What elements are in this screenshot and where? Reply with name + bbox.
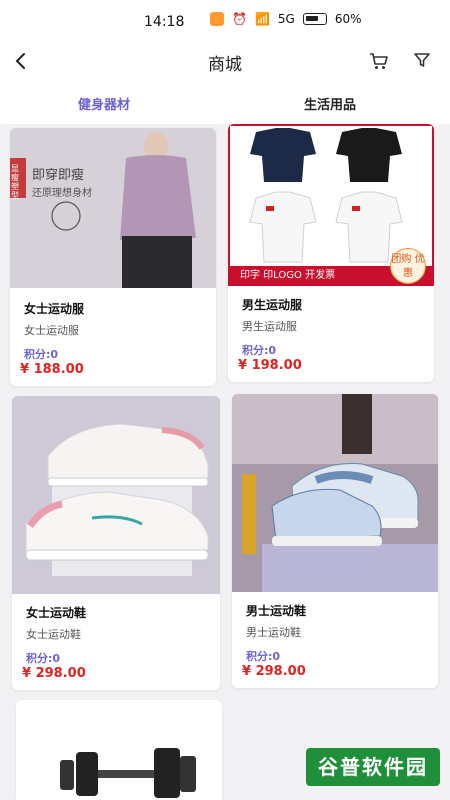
product-points: 积分:0	[246, 650, 281, 663]
product-image	[16, 700, 222, 800]
product-subtitle: 女士运动鞋	[26, 628, 81, 641]
product-image: 即穿即瘦 还原理想身材 显瘦塑型	[10, 128, 216, 288]
product-points: 积分:0	[26, 652, 61, 665]
group-buy-badge: 团购 优惠	[390, 248, 426, 284]
watermark-text: 谷普软件园	[318, 755, 428, 779]
image-caption: 还原理想身材	[32, 188, 92, 199]
dumbbell-photo	[60, 748, 196, 798]
product-card[interactable]: 印字 印LOGO 开发票 团购 优惠 男生运动服 男生运动服 积分:0 ¥ 19…	[228, 124, 434, 382]
product-title: 女士运动服	[24, 302, 85, 316]
nav-bar: 商城	[0, 44, 450, 80]
network-label: 5G	[277, 12, 295, 26]
wifi-icon: 📶	[254, 12, 270, 26]
sportswear-photo	[10, 128, 216, 288]
product-card[interactable]	[16, 700, 222, 800]
filter-button[interactable]	[412, 50, 434, 72]
product-title: 男士运动鞋	[246, 604, 307, 618]
product-image	[232, 394, 438, 592]
product-price: ¥ 298.00	[22, 666, 86, 681]
product-card[interactable]: 男士运动鞋 男士运动鞋 积分:0 ¥ 298.00	[232, 394, 438, 688]
status-time: 14:18	[144, 14, 185, 30]
watermark-logo: 谷普软件园	[306, 748, 440, 786]
tab-fitness-equipment[interactable]: 健身器材	[78, 94, 130, 113]
cart-button[interactable]	[368, 50, 390, 72]
tab-daily-goods[interactable]: 生活用品	[304, 94, 356, 113]
polo-shirts-photo	[249, 128, 403, 263]
product-price: ¥ 188.00	[20, 362, 84, 377]
category-tabs: 健身器材 生活用品	[0, 80, 450, 124]
filter-icon	[414, 53, 430, 67]
product-image: 印字 印LOGO 开发票 团购 优惠	[228, 124, 434, 286]
cart-icon	[370, 53, 388, 69]
alarm-icon: ⏰	[232, 12, 247, 26]
product-card[interactable]: 女士运动鞋 女士运动鞋 积分:0 ¥ 298.00	[12, 396, 220, 690]
status-icons: ⏰ 📶 5G 60%	[210, 12, 362, 26]
battery-level: 60%	[334, 12, 362, 26]
product-subtitle: 女士运动服	[24, 324, 79, 337]
battery-icon	[302, 13, 327, 25]
womens-sneakers-photo	[12, 396, 220, 594]
product-points: 积分:0	[24, 348, 59, 361]
product-price: ¥ 298.00	[242, 664, 306, 679]
product-price: ¥ 198.00	[238, 358, 302, 373]
mens-sneakers-photo	[232, 394, 438, 592]
status-bar: 14:18 ⏰ 📶 5G 60%	[0, 0, 450, 44]
product-title: 男生运动服	[242, 298, 303, 312]
notification-icon	[210, 12, 224, 26]
product-points: 积分:0	[242, 344, 277, 357]
product-card[interactable]: 即穿即瘦 还原理想身材 显瘦塑型 女士运动服 女士运动服 积分:0 ¥ 188.…	[10, 128, 216, 386]
image-tag: 显瘦塑型	[11, 164, 19, 200]
product-subtitle: 男士运动鞋	[246, 626, 301, 639]
image-caption: 即穿即瘦	[32, 168, 85, 183]
product-title: 女士运动鞋	[26, 606, 87, 620]
product-subtitle: 男生运动服	[242, 320, 297, 333]
product-image	[12, 396, 220, 594]
